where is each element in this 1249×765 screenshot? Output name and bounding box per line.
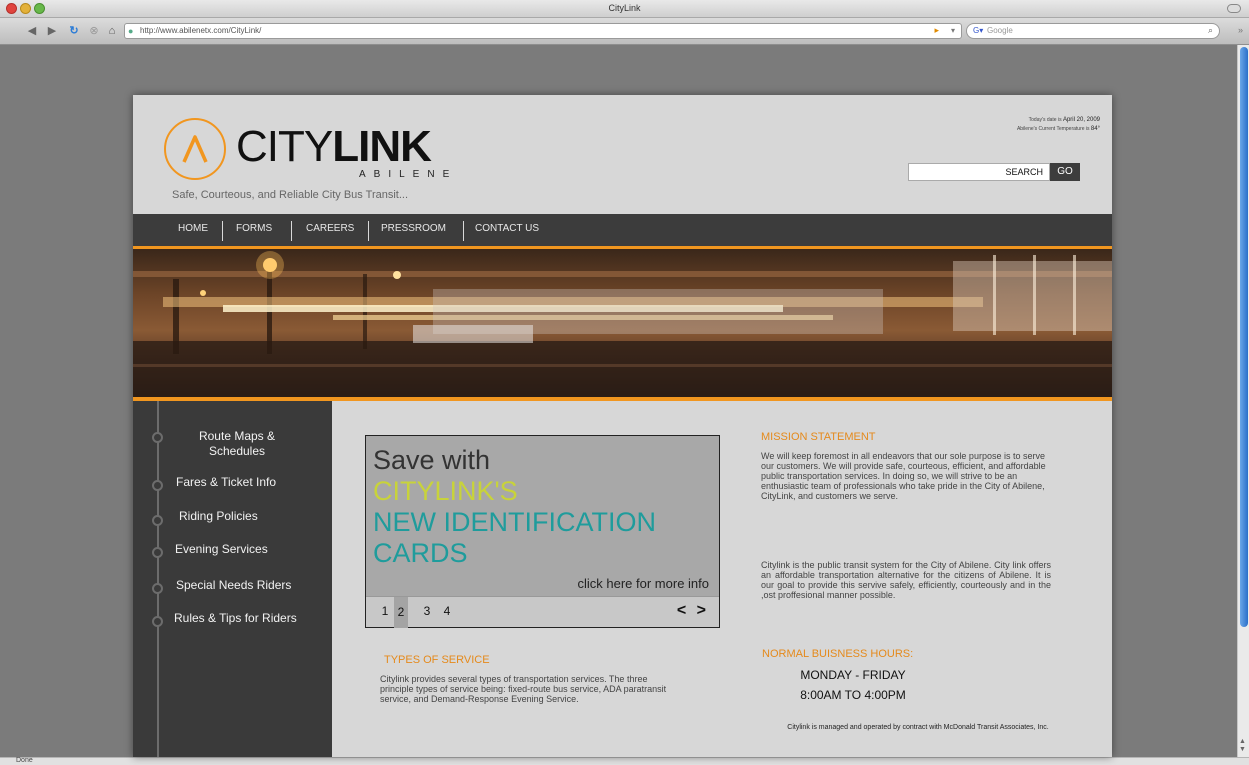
tagline: Safe, Courteous, and Reliable City Bus T…	[172, 189, 409, 201]
mission-text: We will keep foremost in all endeavors t…	[761, 451, 1046, 501]
bus-motion-photo	[133, 251, 1112, 397]
sidebar-item-label: Route Maps &	[198, 429, 276, 443]
sidebar-item-rules-tips[interactable]: Rules & Tips for Riders	[174, 611, 297, 626]
temperature-prefix: Abilene's Current Temperature is	[1016, 126, 1090, 132]
types-heading: TYPES OF SERVICE	[384, 654, 490, 666]
sidebar-item-evening-services[interactable]: Evening Services	[175, 542, 268, 557]
logo-city-text: CITY	[236, 122, 333, 171]
promo-slider[interactable]: Save with CITYLINK'S NEW IDENTIFICATION …	[365, 435, 720, 628]
types-text: Citylink provides several types of trans…	[380, 674, 667, 704]
footer-note: Citylink is managed and operated by cont…	[787, 724, 1049, 731]
sidebar-item-route-maps[interactable]: Route Maps & Schedules	[171, 429, 303, 459]
hours-heading: NORMAL BUISNESS HOURS:	[762, 648, 914, 660]
temperature-line: Abilene's Current Temperature is 84°	[1017, 126, 1100, 132]
nav-forms[interactable]: FORMS	[236, 223, 272, 234]
address-bar[interactable]: ● http://www.abilenetx.com/CityLink/ ▸ ▾	[124, 23, 962, 39]
slide-page-3[interactable]: 3	[420, 604, 434, 618]
nav-home[interactable]: HOME	[178, 223, 208, 234]
scrollbar-thumb[interactable]	[1240, 47, 1248, 627]
nav-contact-us[interactable]: CONTACT US	[475, 223, 539, 234]
slide-page-1[interactable]: 1	[378, 604, 392, 618]
search-go-button[interactable]: GO	[1050, 163, 1080, 181]
date-value: April 20, 2009	[1062, 117, 1100, 123]
window-title: CityLink	[608, 3, 641, 13]
reload-icon[interactable]: ↻	[66, 24, 82, 38]
slide-more-info-link[interactable]: click here for more info	[578, 576, 710, 591]
hours-days: MONDAY - FRIDAY	[800, 668, 906, 682]
status-text: Done	[16, 757, 33, 764]
chevron-down-icon[interactable]: ▾	[951, 26, 955, 35]
nav-careers[interactable]: CAREERS	[306, 223, 354, 234]
mission-heading: MISSION STATEMENT	[761, 431, 876, 443]
forward-icon[interactable]: ▶	[44, 24, 60, 38]
nav-pressroom[interactable]: PRESSROOM	[381, 223, 446, 234]
home-icon[interactable]: ⌂	[104, 24, 120, 38]
slide-line-1: Save with	[373, 445, 491, 475]
sidebar-bullet-icon	[152, 432, 163, 443]
date-line: Today's date is April 20, 2009	[1029, 117, 1100, 123]
sidebar-bullet-icon	[152, 583, 163, 594]
search-icon[interactable]: ⌕	[1208, 25, 1213, 36]
stop-icon[interactable]: ⊗	[86, 24, 102, 38]
site-icon: ●	[128, 26, 134, 36]
browser-toolbar: ◀ ▶ ↻ ⊗ ⌂ ● http://www.abilenetx.com/Cit…	[0, 18, 1249, 45]
slide-line-4: CARDS	[373, 538, 468, 568]
hero-banner-image	[133, 246, 1112, 401]
vertical-scrollbar[interactable]: ▲ ▼	[1237, 45, 1249, 757]
status-bar: Done	[0, 757, 1249, 765]
sidebar-bullet-icon	[152, 547, 163, 558]
hours-times: 8:00AM TO 4:00PM	[800, 688, 906, 702]
back-icon[interactable]: ◀	[24, 24, 40, 38]
sidebar-bullet-icon	[152, 480, 163, 491]
about-text: Citylink is the public transit system fo…	[761, 560, 1051, 600]
sidebar-item-label: Schedules	[208, 444, 266, 458]
temperature-value: 84°	[1090, 126, 1100, 132]
sidebar-bullet-icon	[152, 616, 163, 627]
main-nav: HOME FORMS CAREERS PRESSROOM CONTACT US	[133, 214, 1112, 246]
google-icon: G▾	[973, 26, 984, 35]
logo-link-text: LINK	[332, 122, 432, 171]
nav-separator	[368, 221, 369, 241]
scroll-arrows-icon[interactable]: ▲ ▼	[1239, 738, 1246, 754]
citylink-logo-icon[interactable]	[164, 118, 226, 180]
citylink-page: CITYLINK ABILENE Safe, Courteous, and Re…	[133, 95, 1112, 757]
sidebar: Route Maps & Schedules Fares & Ticket In…	[133, 401, 332, 757]
slide-line-3: NEW IDENTIFICATION	[373, 507, 656, 537]
nav-separator	[291, 221, 292, 241]
web-search-input[interactable]: G▾ Google ⌕	[966, 23, 1220, 39]
slide-page-2[interactable]: 2	[394, 597, 408, 628]
rss-icon[interactable]: ▸	[934, 25, 939, 36]
toolbar-toggle-button[interactable]	[1227, 4, 1241, 13]
slide-prev-next-arrows-icon[interactable]: < >	[677, 602, 709, 620]
sidebar-track	[157, 401, 159, 757]
sidebar-item-fares[interactable]: Fares & Ticket Info	[176, 475, 276, 490]
sidebar-item-riding-policies[interactable]: Riding Policies	[179, 509, 258, 524]
slider-pagination: 1 2 3 4 < >	[366, 596, 719, 628]
sidebar-bullet-icon	[152, 515, 163, 526]
slide-line-2: CITYLINK'S	[373, 476, 518, 506]
logo-abilene: ABILENE	[359, 169, 458, 180]
search-label: SEARCH	[1005, 167, 1043, 177]
chevron-up-icon	[182, 135, 208, 163]
web-search-placeholder: Google	[987, 26, 1013, 35]
address-text: http://www.abilenetx.com/CityLink/	[140, 26, 262, 35]
site-search-input[interactable]: SEARCH	[908, 163, 1050, 181]
logo-wordmark[interactable]: CITYLINK	[236, 122, 432, 171]
date-prefix: Today's date is	[1028, 117, 1062, 123]
nav-separator	[463, 221, 464, 241]
nav-separator	[222, 221, 223, 241]
window-titlebar: CityLink	[0, 0, 1249, 18]
slide-page-4[interactable]: 4	[440, 604, 454, 618]
sidebar-item-special-needs[interactable]: Special Needs Riders	[176, 578, 291, 593]
overflow-icon[interactable]: »	[1238, 25, 1243, 35]
